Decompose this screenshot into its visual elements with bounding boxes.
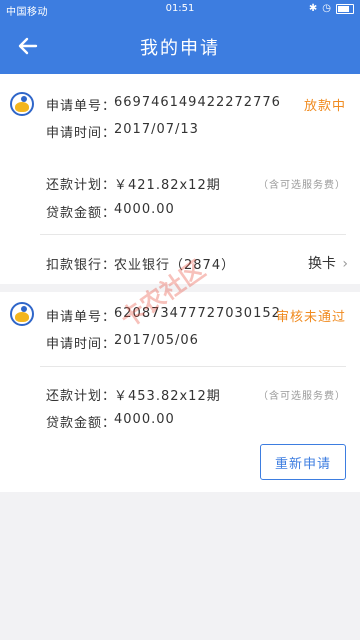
clock: 01:51 — [165, 3, 195, 14]
application-number-label: 申请单号： — [46, 99, 117, 114]
app-header: 我的申请 — [0, 18, 360, 74]
status-bar: 中国移动 01:51 ✱ ◷ — [0, 0, 360, 18]
application-time: 2017/07/13 — [114, 122, 199, 137]
application-card[interactable]: 申请单号： 620873477727030152 审核未通过 申请时间： 201… — [0, 292, 360, 492]
battery-icon — [336, 3, 354, 14]
application-number: 620873477727030152 — [114, 306, 281, 321]
application-card[interactable]: 申请单号： 669746149422272776 放款中 申请时间： 2017/… — [0, 74, 360, 284]
alarm-icon: ◷ — [322, 3, 331, 14]
repayment-plan: ￥453.82x12期 — [114, 389, 221, 404]
repayment-plan-label: 还款计划： — [46, 389, 117, 404]
chevron-right-icon: › — [342, 256, 348, 272]
status-badge: 审核未通过 — [275, 310, 346, 325]
change-card-label: 换卡 — [307, 256, 336, 272]
repayment-plan: ￥421.82x12期 — [114, 178, 221, 193]
divider — [40, 366, 346, 367]
plan-note: （含可选服务费） — [258, 180, 346, 191]
status-badge: 放款中 — [303, 99, 346, 114]
plan-note: （含可选服务费） — [258, 391, 346, 402]
reapply-button[interactable]: 重新申请 — [260, 444, 346, 480]
application-number: 669746149422272776 — [114, 95, 281, 110]
divider — [40, 234, 346, 235]
repayment-plan-label: 还款计划： — [46, 178, 117, 193]
bank-logo-icon — [10, 302, 34, 326]
loan-amount: 4000.00 — [114, 202, 175, 217]
application-number-label: 申请单号： — [46, 310, 117, 325]
application-time: 2017/05/06 — [114, 333, 199, 348]
loan-amount-label: 贷款金额： — [46, 416, 117, 431]
application-time-label: 申请时间： — [46, 337, 117, 352]
loan-amount: 4000.00 — [114, 412, 175, 427]
change-card-button[interactable]: 换卡 › — [308, 253, 348, 273]
bank-logo-icon — [10, 92, 34, 116]
status-icons: ✱ ◷ — [309, 3, 354, 14]
page-title: 我的申请 — [140, 38, 220, 59]
bank-name: 农业银行（2874） — [114, 258, 236, 273]
bluetooth-icon: ✱ — [308, 3, 318, 14]
loan-amount-label: 贷款金额： — [46, 206, 117, 221]
application-time-label: 申请时间： — [46, 126, 117, 141]
bank-label: 扣款银行： — [46, 258, 117, 273]
